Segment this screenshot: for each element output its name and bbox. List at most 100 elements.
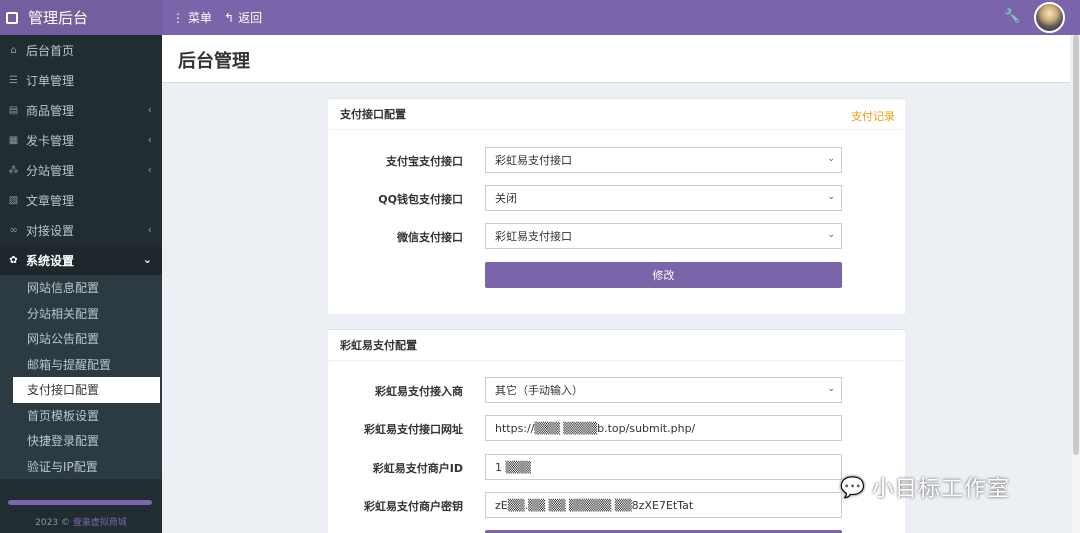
submenu-item[interactable]: 快捷登录配置	[0, 428, 162, 454]
sidebar-item-list[interactable]: ☰ 订单管理	[0, 65, 162, 95]
brand[interactable]: 管理后台	[0, 0, 162, 35]
article-icon: ▧	[8, 194, 19, 206]
epay-url-input[interactable]: https://▒▒▒ ▒▒▒▒b.top/submit.php/	[485, 415, 842, 441]
cube-logo-icon	[6, 11, 18, 24]
alipay-label: 支付宝支付接口	[386, 155, 463, 168]
epay-url-value: https://▒▒▒ ▒▒▒▒b.top/submit.php/	[495, 421, 696, 435]
alipay-select[interactable]: 彩虹易支付接口 ⌄	[485, 147, 842, 173]
sidebar-item-article[interactable]: ▧ 文章管理	[0, 185, 162, 215]
pay-config-header: 支付接口配置 支付记录	[328, 99, 905, 130]
sidebar-item-link[interactable]: ∞ 对接设置 ‹	[0, 215, 162, 245]
epay-merchant-key-value: zE▒▒.▒▒ ▒▒ ▒▒▒▒▒ ▒▒8zXE7EtTat	[495, 498, 694, 512]
page-scrollbar-thumb[interactable]	[1073, 35, 1079, 455]
wxpay-row: 微信支付接口 彩虹易支付接口 ⌄	[328, 223, 905, 249]
gear-icon: ✿	[9, 254, 18, 266]
submenu-item[interactable]: 邮箱与提醒配置	[0, 352, 162, 378]
sidebar: ⌂ 后台首页 ☰ 订单管理 ▤ 商品管理 ‹ ▦ 发卡管理 ‹ ⁂ 分站管理 ‹ ▧ 文章管理 ∞ 对接设置 ‹ ✿…	[0, 35, 162, 533]
wechat-icon: 💬	[840, 475, 866, 499]
sidebar-item-label: 分站管理	[26, 163, 75, 178]
sidebar-scrollbar[interactable]	[8, 500, 152, 505]
qqpay-value: 关闭	[495, 192, 517, 205]
submenu-item[interactable]: 网站信息配置	[0, 275, 162, 301]
page-title: 后台管理	[178, 51, 250, 72]
sidebar-item-label: 对接设置	[26, 223, 75, 238]
grid-icon: ▦	[8, 134, 19, 146]
chevron-down-icon: ⌄	[827, 230, 835, 240]
qqpay-select[interactable]: 关闭 ⌄	[485, 185, 842, 211]
qqpay-row: QQ钱包支付接口 关闭 ⌄	[328, 185, 905, 211]
menu-dots-icon: ⋮	[172, 10, 184, 25]
sidebar-item-cart[interactable]: ▤ 商品管理 ‹	[0, 95, 162, 125]
back-arrow-icon: ↰	[224, 10, 235, 25]
wxpay-select[interactable]: 彩虹易支付接口 ⌄	[485, 223, 842, 249]
epay-config-title: 彩虹易支付配置	[340, 339, 417, 352]
submenu-item[interactable]: 首页模板设置	[0, 403, 162, 429]
menu-label: 菜单	[188, 11, 213, 25]
submenu-item[interactable]: 支付接口配置	[13, 377, 160, 403]
sitemap-icon: ⁂	[8, 164, 19, 176]
sidebar-item-gear[interactable]: ✿ 系统设置 ⌄	[0, 245, 162, 275]
sidebar-item-sitemap[interactable]: ⁂ 分站管理 ‹	[0, 155, 162, 185]
epay-merchant-id-row: 彩虹易支付商户ID 1 ▒▒▒	[328, 454, 905, 480]
epay-provider-label: 彩虹易支付接入商	[375, 385, 463, 398]
chevron-down-icon: ⌄	[142, 253, 152, 266]
epay-provider-select[interactable]: 其它（手动输入） ⌄	[485, 377, 842, 403]
system-settings-submenu: 网站信息配置 分站相关配置 网站公告配置 邮箱与提醒配置 支付接口配置 首页模板设置 快捷登…	[0, 275, 162, 479]
back-button[interactable]: ↰ 返回	[224, 9, 262, 26]
epay-merchant-id-label: 彩虹易支付商户ID	[372, 462, 463, 475]
chevron-left-icon: ‹	[147, 163, 152, 176]
avatar[interactable]	[1034, 2, 1065, 33]
link-icon: ∞	[9, 224, 18, 236]
epay-url-label: 彩虹易支付接口网址	[364, 423, 463, 436]
watermark: 💬 小目标工作室	[840, 471, 1010, 503]
chevron-down-icon: ⌄	[827, 154, 835, 164]
brand-title: 管理后台	[28, 9, 89, 27]
epay-merchant-key-row: 彩虹易支付商户密钥 zE▒▒.▒▒ ▒▒ ▒▒▒▒▒ ▒▒8zXE7EtTat	[328, 492, 905, 518]
epay-config-box: 彩虹易支付配置 彩虹易支付接入商 其它（手动输入） ⌄ 彩虹易支付接口网址 ht…	[328, 329, 905, 533]
chevron-left-icon: ‹	[147, 223, 152, 236]
epay-provider-value: 其它（手动输入）	[495, 384, 583, 397]
epay-merchant-key-label: 彩虹易支付商户密钥	[364, 500, 463, 513]
submenu-item[interactable]: 网站公告配置	[0, 326, 162, 352]
pay-records-link[interactable]: 支付记录	[851, 108, 895, 124]
footer-link[interactable]: 壹豪虚拟商城	[73, 518, 127, 528]
epay-url-row: 彩虹易支付接口网址 https://▒▒▒ ▒▒▒▒b.top/submit.p…	[328, 415, 905, 441]
content-header: 后台管理	[162, 35, 1070, 83]
wxpay-label: 微信支付接口	[397, 231, 463, 244]
wxpay-value: 彩虹易支付接口	[495, 230, 572, 243]
sidebar-footer: 2023 © 壹豪虚拟商城	[0, 515, 162, 528]
epay-merchant-id-input[interactable]: 1 ▒▒▒	[485, 454, 842, 480]
alipay-value: 彩虹易支付接口	[495, 154, 572, 167]
sidebar-item-label: 文章管理	[26, 193, 75, 208]
page-scrollbar[interactable]	[1072, 35, 1080, 533]
sidebar-item-home[interactable]: ⌂ 后台首页	[0, 35, 162, 65]
sidebar-item-label: 商品管理	[26, 103, 75, 118]
sidebar-item-label: 发卡管理	[26, 133, 75, 148]
sidebar-item-label: 订单管理	[26, 73, 75, 88]
chevron-left-icon: ‹	[147, 133, 152, 146]
sidebar-item-label: 后台首页	[26, 43, 75, 58]
footer-copyright: 2023 ©	[35, 518, 70, 528]
alipay-row: 支付宝支付接口 彩虹易支付接口 ⌄	[328, 147, 905, 173]
pay-config-title: 支付接口配置	[340, 108, 406, 121]
qqpay-label: QQ钱包支付接口	[378, 193, 463, 206]
watermark-text: 小目标工作室	[871, 477, 1010, 502]
chevron-down-icon: ⌄	[827, 384, 835, 394]
top-navbar: 管理后台 ⋮ 菜单 ↰ 返回 🔧	[0, 0, 1080, 35]
menu-toggle-button[interactable]: ⋮ 菜单	[172, 9, 212, 26]
epay-config-header: 彩虹易支付配置	[328, 330, 905, 361]
back-label: 返回	[238, 11, 263, 25]
chevron-left-icon: ‹	[147, 103, 152, 116]
pay-config-box: 支付接口配置 支付记录 支付宝支付接口 彩虹易支付接口 ⌄ QQ钱包支付接口 关…	[328, 98, 905, 314]
sidebar-item-grid[interactable]: ▦ 发卡管理 ‹	[0, 125, 162, 155]
wrench-icon[interactable]: 🔧	[1004, 9, 1020, 24]
pay-submit-button[interactable]: 修改	[485, 262, 842, 288]
submenu-item[interactable]: 分站相关配置	[0, 301, 162, 327]
epay-provider-row: 彩虹易支付接入商 其它（手动输入） ⌄	[328, 377, 905, 403]
home-icon: ⌂	[10, 44, 17, 56]
epay-merchant-key-input[interactable]: zE▒▒.▒▒ ▒▒ ▒▒▒▒▒ ▒▒8zXE7EtTat	[485, 492, 842, 518]
submenu-item[interactable]: 验证与IP配置	[0, 454, 162, 480]
chevron-down-icon: ⌄	[827, 192, 835, 202]
epay-merchant-id-value: 1 ▒▒▒	[495, 460, 531, 474]
cart-icon: ▤	[8, 104, 19, 116]
